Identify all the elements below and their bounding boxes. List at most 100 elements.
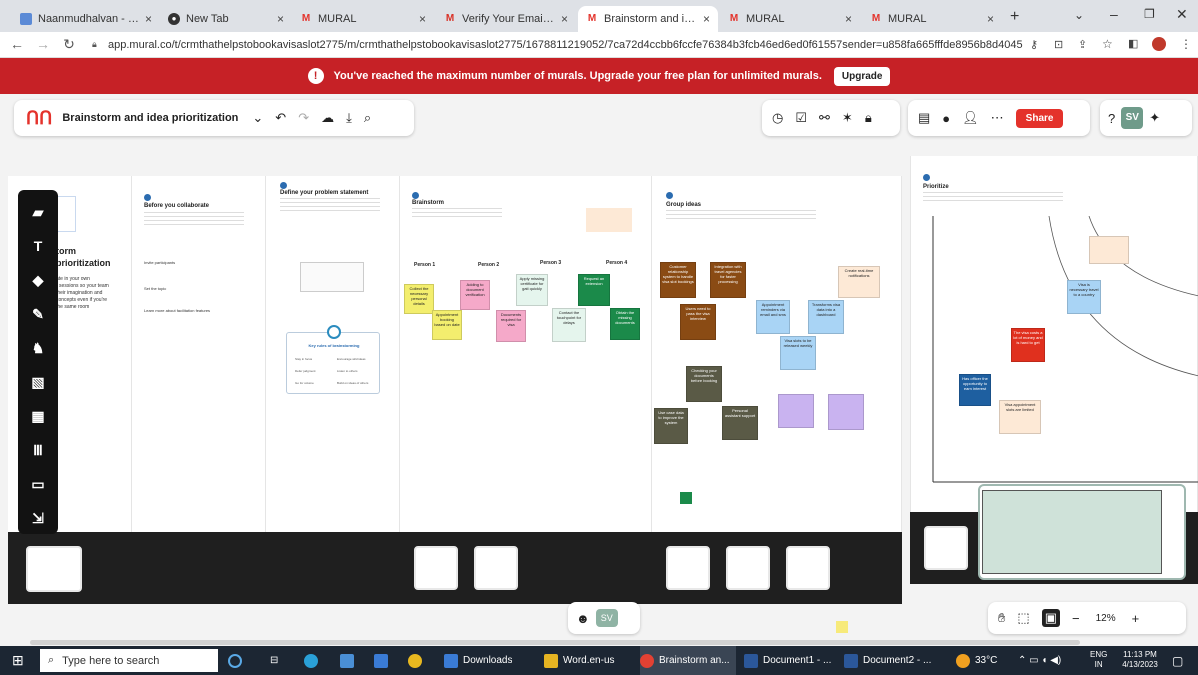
menu-dots-icon[interactable]: ⋮ — [1180, 37, 1192, 51]
tab-new-tab[interactable]: ● New Tab × — [160, 6, 292, 32]
zoom-level[interactable]: 12% — [1096, 613, 1116, 624]
restore-icon[interactable]: ❐ — [1144, 7, 1155, 21]
templates-icon[interactable]: ▤ — [918, 110, 930, 126]
taskbar-search[interactable]: ⌕ Type here to search — [40, 649, 218, 672]
notifications-icon[interactable]: ▢ — [1172, 646, 1183, 675]
tab-mural-3[interactable]: M MURAL × — [862, 6, 1002, 32]
weather-widget[interactable]: 33°C — [956, 646, 997, 675]
templates-tool-icon[interactable]: ▦ — [28, 406, 48, 426]
outline-thumbnail[interactable] — [726, 546, 770, 590]
search-icon[interactable]: ⌕ — [364, 110, 371, 126]
outline-thumbnail[interactable] — [414, 546, 458, 590]
sticky-note[interactable]: Visa appointment slots are limited — [999, 400, 1041, 434]
taskbar-downloads[interactable]: Downloads — [444, 646, 512, 675]
upload-tool-icon[interactable]: ⇲ — [28, 508, 48, 528]
sticky-note[interactable]: Apply missing certificate for gati quick… — [516, 274, 548, 306]
close-icon[interactable]: × — [145, 12, 152, 26]
task-view-icon[interactable]: ⊟ — [270, 646, 278, 675]
sticky-note[interactable]: Visa slots to be released weekly — [780, 336, 816, 370]
app-icon[interactable] — [408, 646, 427, 675]
sticky-note[interactable]: Record the details of customer — [404, 312, 430, 314]
tab-search-icon[interactable]: ⌄ — [1074, 8, 1084, 22]
language-indicator[interactable]: ENG IN — [1090, 650, 1107, 670]
sticky-note[interactable]: Users need to pass the visa interview — [680, 304, 716, 340]
sidepanel-icon[interactable]: ◧ — [1128, 37, 1138, 50]
minimap[interactable] — [978, 484, 1186, 580]
green-marker[interactable] — [680, 492, 692, 504]
undo-icon[interactable]: ↶ — [275, 110, 286, 126]
sticky-note[interactable]: Documents required for visa — [496, 310, 526, 342]
minimize-icon[interactable]: – — [1110, 6, 1118, 22]
sticky-note-tool-icon[interactable]: ▰ — [28, 202, 48, 222]
sticky-note[interactable]: Adding to document verification — [460, 280, 490, 310]
taskbar-document1[interactable]: Document1 - ... — [744, 646, 831, 675]
horizontal-scrollbar[interactable] — [30, 640, 1080, 645]
new-tab-button[interactable]: + — [1010, 8, 1019, 26]
url-field[interactable]: app.mural.co/t/crmthathelpstobookavisasl… — [108, 35, 1030, 55]
laser-pointer-icon[interactable]: ✶ — [842, 110, 853, 126]
upgrade-button[interactable]: Upgrade — [833, 66, 891, 86]
share-page-icon[interactable]: ⇪ — [1078, 38, 1087, 51]
minimap-viewport[interactable] — [982, 490, 1162, 574]
sticky-note[interactable]: Customer relationship system to handle v… — [660, 262, 696, 298]
edge-icon[interactable] — [304, 646, 323, 675]
lock-icon[interactable]: 🔒︎ — [865, 110, 872, 126]
sticky-note[interactable]: Personal assistant support — [722, 406, 758, 440]
sticky-note[interactable]: Request an extension — [578, 274, 610, 306]
hand-tool-icon[interactable]: ✋︎ — [998, 610, 1005, 626]
sticky-note[interactable] — [828, 394, 864, 430]
close-icon[interactable]: × — [987, 12, 994, 26]
bookmark-star-icon[interactable]: ☆ — [1102, 37, 1113, 51]
windows-start-icon[interactable]: ⊞ — [12, 646, 24, 675]
tab-mural-1[interactable]: M MURAL × — [292, 6, 434, 32]
sticky-note[interactable]: Collect the necessary personal details — [404, 284, 434, 314]
taskbar-word[interactable]: Word.en-us — [544, 646, 615, 675]
cursor-avatar[interactable]: SV — [595, 609, 618, 627]
frame-tool-icon[interactable]: ▭ — [28, 474, 48, 494]
zoom-in-icon[interactable]: + — [1132, 611, 1140, 626]
timer-icon[interactable]: ◷ — [772, 110, 783, 126]
pen-tool-icon[interactable]: ✎ — [28, 304, 48, 324]
shapes-tool-icon[interactable]: ◆ — [28, 270, 48, 290]
key-icon[interactable]: ⚷ — [1030, 38, 1038, 51]
sticky-note[interactable] — [1089, 236, 1129, 264]
cortana-icon[interactable] — [228, 646, 247, 675]
sticky-note[interactable]: Contact the touchpoint for delays — [552, 308, 586, 342]
sticky-note[interactable]: Obtain the missing documents — [610, 308, 640, 340]
sticky-note[interactable]: Appointment reminders via email and sms — [756, 300, 790, 334]
icons-tool-icon[interactable]: ♞ — [28, 338, 48, 358]
sticky-note[interactable]: Has officer the opportunity to earn inte… — [959, 374, 991, 406]
table-tool-icon[interactable]: Ⅲ — [28, 440, 48, 460]
back-icon[interactable]: ← — [8, 36, 26, 52]
window-close-icon[interactable]: ✕ — [1176, 6, 1188, 23]
sticky-note[interactable]: Checking your documents before booking — [686, 366, 722, 402]
sparkle-icon[interactable]: ✦ — [1149, 110, 1160, 126]
tab-brainstorm[interactable]: MBrainstorm and idea pri× — [578, 6, 718, 32]
binoculars-icon[interactable]: ⚯ — [819, 110, 830, 126]
user-avatar[interactable]: SV — [1121, 107, 1144, 129]
text-tool-icon[interactable]: T — [28, 236, 48, 256]
help-icon[interactable]: ? — [1108, 111, 1115, 126]
mail-icon[interactable] — [374, 646, 393, 675]
select-tool-icon[interactable]: ⬚ — [1017, 610, 1029, 626]
mural-workspace[interactable]: torm prioritization ate in your own r se… — [0, 94, 1198, 646]
close-icon[interactable]: × — [561, 12, 568, 26]
profile-avatar[interactable] — [1152, 37, 1166, 51]
image-tool-icon[interactable]: ▧ — [28, 372, 48, 392]
tab-mural-2[interactable]: M MURAL × — [720, 6, 860, 32]
outline-thumbnail[interactable] — [786, 546, 830, 590]
store-icon[interactable] — [340, 646, 359, 675]
outline-thumbnail[interactable] — [474, 546, 518, 590]
mural-logo-icon[interactable]: ՈՈ — [26, 108, 52, 129]
export-icon[interactable]: ⤓ — [346, 110, 352, 126]
forward-icon[interactable]: → — [34, 36, 52, 52]
sticky-note[interactable]: Appointment booking based on date — [432, 310, 462, 340]
redo-icon[interactable]: ↷ — [298, 110, 309, 126]
sticky-note[interactable]: Integration with travel agencies for fas… — [710, 262, 746, 298]
sticky-note[interactable]: Create real-time notifications — [838, 266, 880, 298]
install-icon[interactable]: ⊡ — [1054, 38, 1063, 51]
close-icon[interactable]: × — [277, 12, 284, 26]
taskbar-document2[interactable]: Document2 - ... — [844, 646, 931, 675]
taskbar-chrome[interactable]: Brainstorm an... — [640, 646, 736, 675]
close-icon[interactable]: × — [419, 12, 426, 26]
